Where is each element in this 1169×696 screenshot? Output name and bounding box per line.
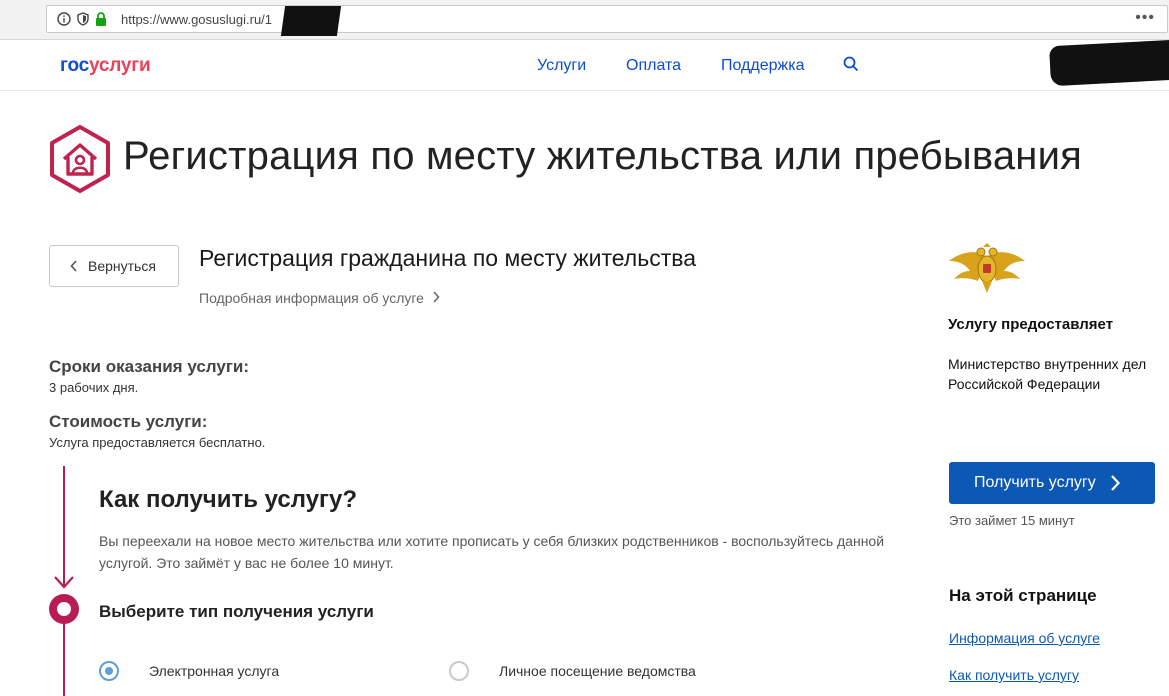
get-service-label: Получить услугу <box>974 474 1096 491</box>
page-actions-menu[interactable]: ••• <box>1135 9 1155 27</box>
service-title: Регистрация гражданина по месту жительст… <box>199 245 696 271</box>
terms-value: 3 рабочих дня. <box>49 380 139 395</box>
site-header: госуслуги Услуги Оплата Поддержка <box>0 39 1169 91</box>
service-details-link[interactable]: Подробная информация об услуге <box>199 290 440 306</box>
nav-payment[interactable]: Оплата <box>626 57 681 75</box>
page-title: Регистрация по месту жительства или преб… <box>123 134 1082 178</box>
link-how-to-get[interactable]: Как получить услугу <box>949 667 1079 683</box>
shield-icon[interactable] <box>77 12 89 26</box>
gosuslugi-logo[interactable]: госуслуги <box>60 55 151 77</box>
url-text[interactable]: https://www.gosuslugi.ru/1 <box>121 12 272 27</box>
radio-in-person[interactable] <box>449 661 469 681</box>
redaction-block <box>280 6 342 36</box>
back-button-label: Вернуться <box>88 258 156 274</box>
cost-value: Услуга предоставляется бесплатно. <box>49 435 266 450</box>
cost-label: Стоимость услуги: <box>49 412 208 431</box>
chevron-right-icon <box>432 290 440 306</box>
nav-services[interactable]: Услуги <box>537 57 586 75</box>
back-button[interactable]: Вернуться <box>49 245 179 287</box>
info-icon[interactable] <box>57 12 71 26</box>
provider-heading: Услугу предоставляет <box>948 316 1114 333</box>
timeline-line <box>63 466 65 586</box>
radio-electronic-label[interactable]: Электронная услуга <box>149 663 279 679</box>
browser-toolbar: https://www.gosuslugi.ru/1 ••• <box>0 0 1169 40</box>
radio-in-person-label[interactable]: Личное посещение ведомства <box>499 663 696 679</box>
chevron-right-icon <box>1110 475 1120 491</box>
how-to-get-description: Вы переехали на новое место жительства и… <box>99 533 885 571</box>
radio-electronic[interactable] <box>99 661 119 681</box>
nav-support[interactable]: Поддержка <box>721 57 804 75</box>
chevron-left-icon <box>70 260 78 272</box>
time-note: Это займет 15 минут <box>949 513 1075 528</box>
ministry-emblem-icon <box>948 243 1026 300</box>
choose-type-heading: Выберите тип получения услуги <box>99 602 374 621</box>
arrow-down-icon <box>54 574 74 595</box>
address-bar[interactable]: https://www.gosuslugi.ru/1 ••• <box>46 5 1168 36</box>
how-to-get-heading: Как получить услугу? <box>99 486 358 513</box>
get-service-button[interactable]: Получить услугу <box>949 462 1155 504</box>
timeline-line <box>63 624 65 696</box>
provider-name: Министерство внутренних дел Российской Ф… <box>948 356 1147 392</box>
lock-icon[interactable] <box>95 12 107 26</box>
link-service-info[interactable]: Информация об услуге <box>949 630 1100 646</box>
redaction-block <box>1049 39 1169 87</box>
on-this-page-heading: На этой странице <box>949 586 1097 605</box>
terms-label: Сроки оказания услуги: <box>49 357 250 376</box>
home-person-icon <box>48 124 112 199</box>
timeline-step-marker <box>49 594 79 624</box>
search-icon[interactable] <box>843 56 859 77</box>
